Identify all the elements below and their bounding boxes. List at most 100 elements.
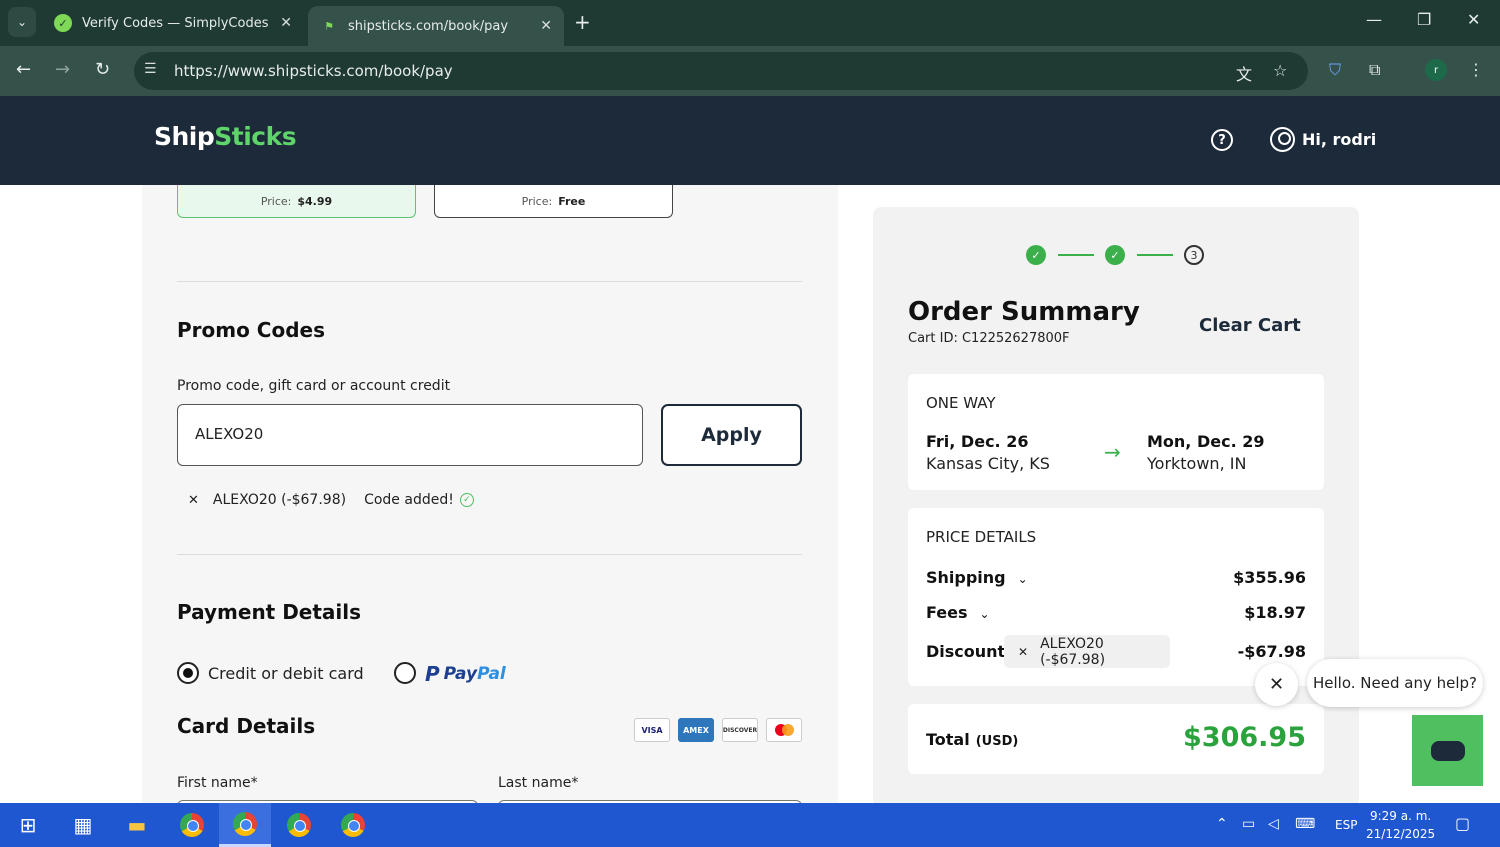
close-window-icon[interactable]: ✕ [1467,10,1480,29]
shipping-label: Shipping [926,568,1006,587]
divider [177,281,802,282]
tab-title: shipsticks.com/book/pay [348,18,509,34]
remove-discount-icon[interactable]: ✕ [1018,645,1028,659]
total-text: Total [926,730,970,749]
price-value: $4.99 [297,194,333,208]
mastercard-icon [766,718,802,742]
chat-launcher-button[interactable] [1412,715,1483,786]
step-complete-check-icon: ✓ [1105,245,1125,265]
price-details-title: PRICE DETAILS [926,528,1037,546]
shipsticks-logo[interactable]: ShipSticks [154,122,297,151]
extensions-puzzle-icon[interactable]: ⧉ [1369,60,1380,80]
price-label: Price: [260,194,292,208]
step-current: 3 [1184,245,1204,265]
arrival-date: Mon, Dec. 29 [1147,432,1265,451]
promo-field-label: Promo code, gift card or account credit [177,378,451,394]
paypal-pal-text: Pal [477,664,506,684]
step-connector [1058,254,1094,256]
chat-bubble-icon [1430,740,1465,761]
price-details-box: PRICE DETAILS Shipping ⌄ $355.96 Fees ⌄ $1… [908,508,1324,686]
step-complete-check-icon: ✓ [1026,245,1046,265]
windows-start-icon[interactable]: ⊞ [2,803,54,847]
address-bar[interactable]: ☰ https://www.shipsticks.com/book/pay 文 … [134,52,1308,90]
user-account-icon[interactable] [1270,127,1295,152]
more-menu-icon[interactable]: ⋮ [1468,60,1484,79]
keyboard-icon[interactable]: ⌨ [1295,816,1315,832]
applied-promo-row: ✕ ALEXO20 (-$67.98) Code added! ✓ [188,492,474,508]
card-payment-radio[interactable] [177,662,199,684]
paypal-p-icon: P [425,662,440,686]
system-clock[interactable]: 9:29 a. m. 21/12/2025 [1366,807,1435,843]
visa-icon: VISA [634,718,670,742]
close-chat-icon[interactable]: ✕ [1255,663,1298,706]
cart-id: Cart ID: C12252627800F [908,331,1070,346]
apply-button[interactable]: Apply [661,404,802,466]
paypal-pay-text: Pay [443,664,478,684]
shipping-toggle[interactable]: Shipping ⌄ [926,568,1028,587]
back-arrow-icon[interactable]: ← [16,59,31,80]
order-summary-title: Order Summary [908,297,1140,327]
departure-date: Fri, Dec. 26 [926,432,1029,451]
clock-date: 21/12/2025 [1366,827,1436,841]
minimize-icon[interactable]: — [1366,10,1382,29]
notifications-icon[interactable]: ▢ [1455,814,1470,833]
trip-type: ONE WAY [926,394,996,412]
shipping-option-card[interactable]: Price: $4.99 [177,185,416,218]
discount-value: -$67.98 [1237,642,1306,661]
accepted-cards: VISA AMEX DISCOVER [634,718,802,742]
paypal-payment-radio[interactable] [394,662,416,684]
translate-icon[interactable]: 文 [1236,61,1252,85]
close-tab-icon[interactable]: ✕ [540,18,552,34]
tab-verify-codes[interactable]: ✓ Verify Codes — SimplyCodes ✕ [42,0,304,46]
network-icon[interactable]: ▭ [1242,816,1255,832]
shield-extension-icon[interactable]: ⛉ [1329,60,1341,80]
promo-section-title: Promo Codes [177,318,326,342]
total-value: $306.95 [1183,722,1306,753]
show-hidden-icons-icon[interactable]: ⌃ [1216,816,1228,832]
chevron-down-icon: ⌄ [1017,572,1028,586]
close-tab-icon[interactable]: ✕ [280,15,292,31]
store-icon[interactable]: ▦ [57,803,109,847]
divider [177,554,802,555]
language-indicator[interactable]: ESP [1335,818,1357,832]
promo-code-input[interactable]: ALEXO20 [177,404,643,466]
fees-label: Fees [926,603,968,622]
bookmark-star-icon[interactable]: ☆ [1273,61,1287,80]
windows-taskbar: ⊞ ▦ ▬ ⌃ ▭ ◁ ⌨ ESP 9:29 a. m. 21/12/2025 … [0,803,1500,847]
shipping-option-card[interactable]: Price: Free [434,185,673,218]
profile-avatar[interactable]: r [1425,59,1447,81]
url-text[interactable]: https://www.shipsticks.com/book/pay [174,62,453,80]
file-explorer-icon[interactable]: ▬ [111,803,163,847]
paypal-logo[interactable]: P Pay Pal [425,662,506,686]
site-header: ShipSticks ? Hi, rodri [0,96,1500,185]
user-greeting[interactable]: Hi, rodri [1302,130,1376,149]
chrome-profile-taskbar-icon[interactable] [219,803,271,847]
discount-chip: ✕ ALEXO20 (-$67.98) [1004,635,1170,668]
tab-search-button[interactable]: ⌄ [8,7,36,37]
site-settings-icon[interactable]: ☰ [144,61,157,77]
fees-toggle[interactable]: Fees ⌄ [926,603,990,622]
discount-chip-text: ALEXO20 (-$67.98) [1040,635,1106,668]
volume-icon[interactable]: ◁ [1268,816,1279,832]
discount-label: Discount [926,642,1006,661]
clear-cart-button[interactable]: Clear Cart [1199,315,1301,336]
tab-shipsticks[interactable]: ⚑ shipsticks.com/book/pay ✕ [308,6,564,46]
card-payment-label[interactable]: Credit or debit card [208,664,364,683]
code-added-message: Code added! [364,492,454,508]
restore-icon[interactable]: ❐ [1417,10,1431,29]
departure-city: Kansas City, KS [926,454,1050,473]
chrome-profile-taskbar-icon[interactable] [327,803,379,847]
new-tab-button[interactable]: + [574,10,591,34]
forward-arrow-icon[interactable]: → [55,59,70,80]
chrome-taskbar-icon[interactable] [166,803,218,847]
reload-icon[interactable]: ↻ [95,59,110,80]
applied-code-text: ALEXO20 (-$67.98) [212,492,347,508]
chrome-profile-taskbar-icon[interactable] [273,803,325,847]
card-details-title: Card Details [177,714,316,738]
order-summary-panel: ✓ ✓ 3 Order Summary Cart ID: C1225262780… [873,207,1359,807]
chat-greeting-bubble[interactable]: Hello. Need any help? [1307,659,1483,707]
arrow-right-icon: → [1104,440,1121,464]
logo-accent: Sticks [214,122,297,151]
remove-code-icon[interactable]: ✕ [188,493,199,508]
help-icon[interactable]: ? [1211,129,1233,151]
